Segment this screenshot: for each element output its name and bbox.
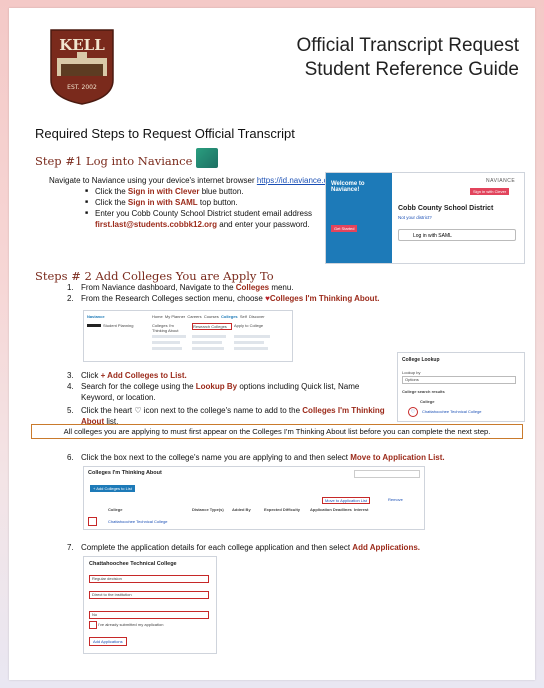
step1-list: Click the Sign in with Clever blue butto… [71, 186, 315, 230]
logo-name: KELL [59, 36, 105, 54]
naviance-brand: NAVIANCE [486, 178, 516, 184]
college-lookup-screenshot: College Lookup Lookup by Options College… [397, 352, 525, 422]
list-item: Click the Sign in with Clever blue butto… [85, 186, 315, 197]
district-name: Cobb County School District [398, 205, 494, 212]
add-colleges-button[interactable]: + Add Colleges to List [90, 485, 135, 492]
select-college-checkbox[interactable] [88, 517, 97, 526]
heart-icon[interactable]: ♡ [408, 407, 418, 417]
important-notice: All colleges you are applying to must fi… [31, 424, 523, 439]
submission-method-select[interactable]: Direct to the institution [89, 591, 209, 599]
list-item: Enter you Cobb County School District st… [85, 208, 315, 230]
application-type-select[interactable]: Regular decision [89, 575, 209, 583]
step6-text: 6. Click the box next to the college's na… [67, 453, 445, 462]
list-item: Click the Sign in with SAML top button. [85, 197, 315, 208]
main-heading: Required Steps to Request Official Trans… [35, 126, 295, 141]
kell-logo: KELL EST. 2002 [50, 29, 114, 105]
table-row[interactable]: Chattahoochee Technical College [108, 519, 168, 524]
logo-est: EST. 2002 [67, 84, 97, 91]
list-item: 4. Search for the college using the Looku… [67, 382, 360, 402]
step2-list-a: 1. From Naviance dashboard, Navigate to t… [67, 282, 517, 304]
step2-list-b: 3. Click + Add Colleges to List. 4. Search… [67, 370, 385, 427]
welcome-panel: Welcome to Naviance! Get Started [326, 173, 392, 263]
already-submitted-checkbox[interactable] [89, 621, 97, 629]
colleges-thinking-about-screenshot: Colleges I'm Thinking About + Add Colleg… [83, 466, 425, 530]
application-details-screenshot: Chattahoochee Technical College Regular … [83, 556, 217, 654]
page-title: Official Transcript Request Student Refe… [296, 35, 519, 80]
naviance-login-screenshot: Welcome to Naviance! Get Started NAVIANC… [325, 172, 525, 264]
remove-button[interactable]: Remove [388, 497, 403, 502]
nav-tabs: Home My Planner Careers Courses Colleges… [152, 314, 265, 319]
step1-intro: Navigate to Naviance using your device's… [49, 176, 341, 185]
list-item: 3. Click + Add Colleges to List. [67, 371, 187, 380]
step7-text: 7. Complete the application details for e… [67, 543, 420, 552]
add-applications-button[interactable]: Add Applications [89, 637, 127, 646]
sign-in-clever-button[interactable]: Sign in with Clever [470, 188, 510, 195]
move-to-application-list-button[interactable]: Move to Application List [322, 497, 371, 504]
sign-in-saml-button[interactable]: Log in with SAML [398, 229, 516, 241]
lookup-by-select[interactable]: Options [402, 376, 516, 384]
naviance-app-icon [196, 148, 218, 168]
search-input[interactable] [354, 470, 420, 478]
document-page: KELL EST. 2002 Official Transcript Reque… [9, 8, 535, 680]
naviance-nav-screenshot: Naviance Student Planning Home My Planne… [83, 310, 293, 362]
early-decision-select[interactable]: No [89, 611, 209, 619]
list-item: 2. From the Research Colleges section men… [67, 294, 380, 303]
heart-outline-icon: ♡ [134, 406, 142, 415]
step1-heading: Step #1 Log into Naviance [35, 148, 218, 168]
step2-heading: Steps # 2 Add Colleges You are Apply To [35, 269, 274, 283]
list-item: 1. From Naviance dashboard, Navigate to t… [67, 283, 294, 292]
